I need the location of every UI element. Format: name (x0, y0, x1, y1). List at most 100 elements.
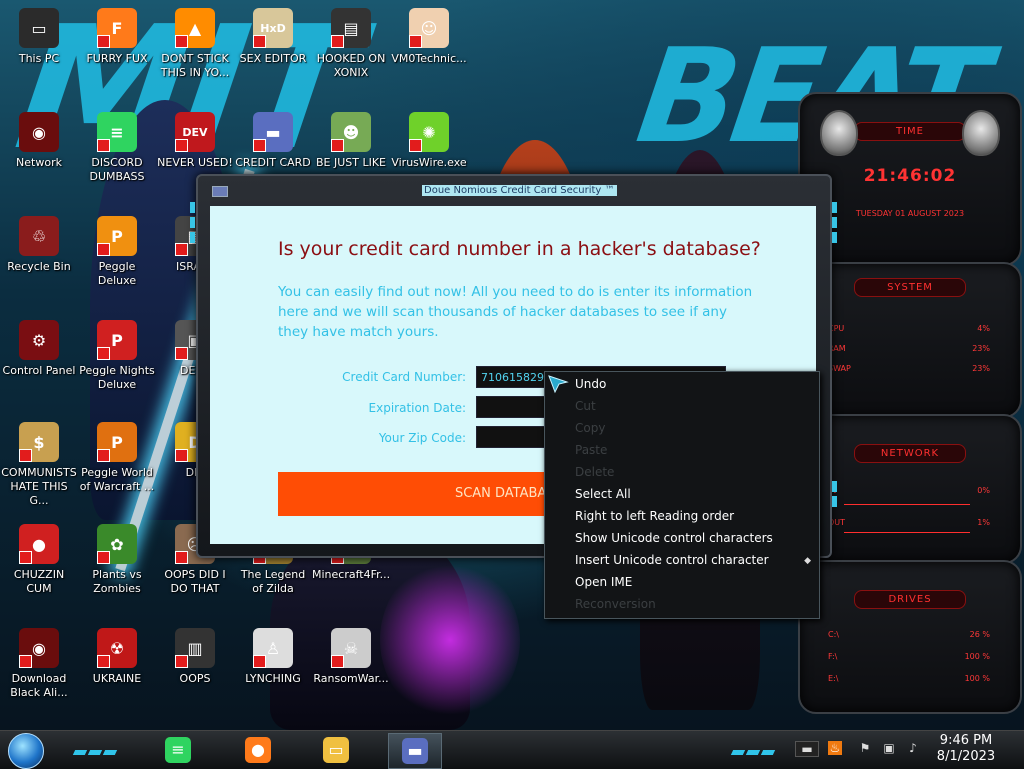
gadget-net-in-row: IN0% (828, 486, 990, 495)
text-context-menu: Undo Cut Copy Paste Delete Select All Right to… (544, 371, 820, 619)
gadget-clock: 21:46:02 (863, 166, 957, 186)
window-title: Doue Nomious Credit Card Security ™ (422, 185, 617, 196)
context-menu-item[interactable]: Insert Unicode control character (575, 553, 769, 567)
gadget-cpu-row: CPU 4% (828, 324, 990, 333)
desktop-icon[interactable]: ◉ Download Black Ali... (0, 628, 78, 700)
icon-glyph: ✺ (422, 122, 436, 142)
card-number-label: Credit Card Number: (342, 370, 466, 384)
desktop-icon[interactable]: HxD SEX EDITOR (234, 8, 312, 66)
java-tray-icon[interactable]: ♨ (828, 741, 842, 755)
discord-icon: ≡ (165, 737, 191, 763)
desktop-icon-label: DISCORD DUMBASS (89, 156, 145, 183)
shortcut-arrow-icon (331, 655, 344, 668)
taskbar-discord-button[interactable]: ≡ (152, 733, 204, 767)
desktop-icon[interactable]: ☺ VM0Technic... (390, 8, 468, 66)
alien-head-icon (962, 110, 1000, 156)
intro-text: You can easily find out now! All you nee… (278, 284, 753, 340)
taskbar-credit-card-app-button[interactable]: ▬ (388, 733, 442, 769)
taskbar-firefox-button[interactable]: ● (232, 733, 284, 767)
app-icon: P (97, 422, 137, 462)
desktop-icon-label: RansomWar... (313, 672, 389, 685)
start-button[interactable] (8, 733, 44, 769)
desktop-icon[interactable]: $ COMMUNISTS HATE THIS G... (0, 422, 78, 508)
app-icon: ♲ (19, 216, 59, 256)
shortcut-arrow-icon (331, 139, 344, 152)
desktop-icon[interactable]: ♙ LYNCHING (234, 628, 312, 686)
window-titlebar[interactable]: Doue Nomious Credit Card Security ™ (198, 176, 830, 202)
context-menu-item[interactable]: Open IME (575, 575, 632, 589)
shortcut-arrow-icon (175, 139, 188, 152)
context-menu-item[interactable]: Reconversion (575, 597, 656, 611)
taskbar-clock[interactable]: 9:46 PM 8/1/2023 (926, 733, 1006, 765)
app-icon: ▲ (175, 8, 215, 48)
desktop-icon[interactable]: ✿ Plants vs Zombies (78, 524, 156, 596)
show-desktop-icon[interactable]: ▬ (795, 741, 819, 757)
desktop-icon[interactable]: P Peggle Deluxe (78, 216, 156, 288)
desktop-icon[interactable]: ≡ DISCORD DUMBASS (78, 112, 156, 184)
shortcut-arrow-icon (175, 347, 188, 360)
desktop-icon[interactable]: ▬ CREDIT CARD (234, 112, 312, 170)
desktop-icon-label: DONT STICK THIS IN YO... (160, 52, 230, 79)
desktop-icon[interactable]: ▤ HOOKED ON XONIX (312, 8, 390, 80)
desktop-icon-label: LYNCHING (245, 672, 301, 685)
app-icon[interactable] (212, 186, 228, 197)
desktop-icon[interactable]: P Peggle World of Warcraft ... (78, 422, 156, 494)
gadget-net-out-row: OUT 1% (828, 518, 990, 527)
desktop-icon-label: Peggle Nights Deluxe (79, 364, 155, 391)
taskbar-decoration (730, 740, 777, 759)
icon-glyph: ☠ (343, 638, 359, 658)
context-menu-item[interactable]: Select All (575, 487, 631, 501)
context-menu-item[interactable]: Undo (575, 377, 606, 391)
desktop-icon[interactable]: ☠ RansomWar... (312, 628, 390, 686)
context-menu-item[interactable]: Right to left Reading order (575, 509, 734, 523)
app-icon: P (97, 216, 137, 256)
app-icon: HxD (253, 8, 293, 48)
desktop-icon-label: Download Black Ali... (10, 672, 68, 699)
taskbar-file-explorer-button[interactable]: ▭ (310, 733, 362, 767)
app-icon: ☢ (97, 628, 137, 668)
desktop-icon-label: Network (16, 156, 62, 169)
context-menu-item[interactable]: Cut (575, 399, 596, 413)
desktop-icon[interactable]: ▭ This PC (0, 8, 78, 66)
desktop-icon[interactable]: P Peggle Nights Deluxe (78, 320, 156, 392)
app-icon: ≡ (97, 112, 137, 152)
network-icon[interactable]: ▣ (882, 741, 896, 755)
desktop-icon-label: FURRY FUX (86, 52, 148, 65)
desktop-icon-label: VM0Technic... (391, 52, 467, 65)
flag-icon[interactable]: ⚑ (858, 741, 872, 755)
icon-glyph: ≡ (110, 122, 124, 142)
volume-icon[interactable]: ♪ (906, 741, 920, 755)
desktop-icon[interactable]: ▥ OOPS (156, 628, 234, 686)
shortcut-arrow-icon (175, 35, 188, 48)
desktop-icon[interactable]: ⚙ Control Panel (0, 320, 78, 378)
icon-glyph: ▤ (343, 18, 359, 38)
app-icon: ◉ (19, 112, 59, 152)
desktop-icon[interactable]: ☻ BE JUST LIKE (312, 112, 390, 170)
context-menu-item[interactable]: Paste (575, 443, 607, 457)
shortcut-arrow-icon (19, 449, 32, 462)
desktop-icon[interactable]: ☢ UKRAINE (78, 628, 156, 686)
desktop-icon[interactable]: F FURRY FUX (78, 8, 156, 66)
desktop-icon[interactable]: DEV NEVER USED! (156, 112, 234, 170)
app-icon: ♙ (253, 628, 293, 668)
desktop-icon-label: Peggle World of Warcraft ... (79, 466, 155, 493)
desktop-icon[interactable]: ♲ Recycle Bin (0, 216, 78, 274)
gadget-drives-title: DRIVES (854, 590, 966, 609)
context-menu-item[interactable]: Delete (575, 465, 614, 479)
desktop-icon[interactable]: ✺ VirusWire.exe (390, 112, 468, 170)
desktop-icon-label: OOPS DID I DO THAT (164, 568, 226, 595)
expiration-date-label: Expiration Date: (368, 401, 466, 415)
shortcut-arrow-icon (175, 655, 188, 668)
desktop-icon[interactable]: ▲ DONT STICK THIS IN YO... (156, 8, 234, 80)
app-icon: F (97, 8, 137, 48)
context-menu-item[interactable]: Copy (575, 421, 605, 435)
taskbar: ≡ ● ▭ ▬ ▬ ♨ ⚑ ▣ ♪ 9:46 PM 8/1/2023 (0, 730, 1024, 769)
icon-glyph: $ (33, 432, 45, 452)
context-menu-item[interactable]: Show Unicode control characters (575, 531, 773, 545)
file-explorer-icon: ▭ (323, 737, 349, 763)
desktop-icon[interactable]: ● CHUZZIN CUM (0, 524, 78, 596)
app-icon: ● (19, 524, 59, 564)
gadget-drive-row: C:\ 26 % (828, 630, 990, 639)
desktop-icon[interactable]: ◉ Network (0, 112, 78, 170)
shortcut-arrow-icon (253, 139, 266, 152)
